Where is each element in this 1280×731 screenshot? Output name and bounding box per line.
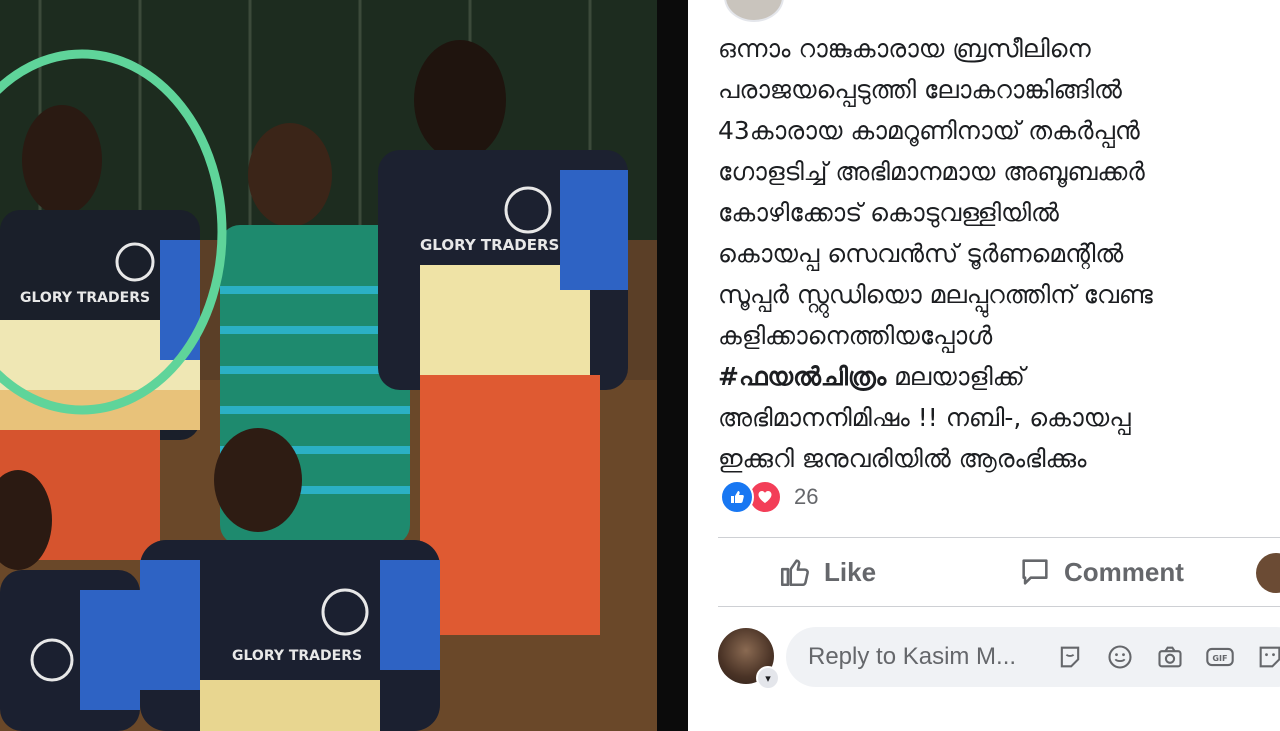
sticker-icon[interactable]	[1054, 641, 1086, 673]
like-button[interactable]: Like	[778, 550, 876, 594]
like-icon	[720, 480, 754, 514]
camera-icon[interactable]	[1154, 641, 1186, 673]
like-label: Like	[824, 556, 877, 587]
photo-divider	[657, 0, 688, 731]
comment-label: Comment	[1064, 556, 1184, 587]
reactions-summary[interactable]: 26	[720, 480, 818, 514]
team-photo-illustration: GLORY TRADERS GLORY TRADERS GLORY TRADER…	[0, 0, 657, 731]
post-line: കൊയപ്പ സെവൻസ് ടൂർണമെന്റിൽ	[718, 239, 1124, 268]
emoji-icon[interactable]	[1104, 641, 1136, 673]
reaction-count: 26	[794, 484, 819, 509]
post-line: കോഴിക്കോട് കൊടുവള്ളിയിൽ	[718, 198, 1059, 227]
post-line: പരാജയപ്പെടുത്തി ലോകറാങ്കിങ്ങിൽ	[718, 75, 1122, 104]
post-meta-icon	[796, 0, 852, 10]
post-line: അഭിമാനനിമിഷം !! നബി-, കൊയപ്പ	[718, 403, 1131, 432]
post-line: 43കാരായ കാമറൂണിനായ് തകർപ്പൻ	[718, 116, 1140, 145]
post-line: ഗോളടിച്ച് അഭിമാനമായ അബൂബക്കർ	[718, 157, 1145, 186]
gif-icon[interactable]: GIF	[1204, 641, 1236, 673]
sticker-alt-icon[interactable]	[1254, 641, 1280, 673]
poster-avatar[interactable]	[724, 0, 784, 22]
comment-icon	[1022, 559, 1048, 585]
reply-input[interactable]: Reply to Kasim M... GIF	[786, 627, 1280, 687]
svg-text:GLORY TRADERS: GLORY TRADERS	[232, 648, 362, 664]
post-photo[interactable]: GLORY TRADERS GLORY TRADERS GLORY TRADER…	[0, 0, 657, 731]
svg-text:GLORY TRADERS: GLORY TRADERS	[20, 290, 150, 306]
post-line: കളിക്കാനെത്തിയപ്പോൾ	[718, 321, 993, 350]
thumbs-up-icon	[780, 559, 809, 587]
share-avatar[interactable]	[1256, 553, 1280, 593]
svg-text:GIF: GIF	[1212, 654, 1227, 663]
post-panel: ഒന്നാം റാങ്കുകാരായ ബ്രസീലിനെ പരാജയപ്പെടു…	[688, 0, 1280, 731]
post-line: സൂപ്പർ സ്റ്റുഡിയൊ മലപ്പുറത്തിന് വേണ്ട	[718, 280, 1153, 309]
comment-button[interactable]: Comment	[1018, 550, 1184, 594]
divider-line	[718, 537, 1280, 538]
chevron-down-icon[interactable]: ▾	[756, 666, 780, 690]
post-line: മലയാളിക്ക്	[886, 362, 1025, 391]
hashtag-link[interactable]: #ഫയൽചിത്രം	[718, 362, 886, 391]
reply-toolbar: GIF	[1054, 641, 1280, 673]
divider-line	[718, 606, 1280, 607]
post-line: ഇക്കുറി ജനുവരിയിൽ ആരംഭിക്കും	[718, 444, 1087, 473]
post-text: ഒന്നാം റാങ്കുകാരായ ബ്രസീലിനെ പരാജയപ്പെടു…	[718, 28, 1280, 479]
svg-text:GLORY TRADERS: GLORY TRADERS	[420, 236, 559, 254]
reply-placeholder: Reply to Kasim M...	[808, 643, 1017, 670]
post-line: ഒന്നാം റാങ്കുകാരായ ബ്രസീലിനെ	[718, 34, 1091, 63]
